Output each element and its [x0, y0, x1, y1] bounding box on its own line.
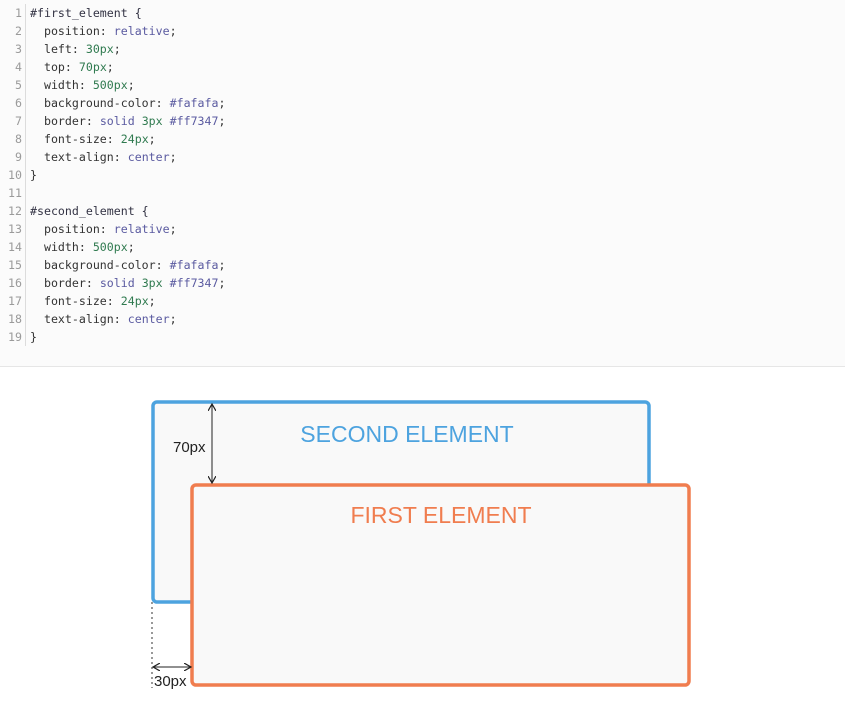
code-token: text-align: [30, 312, 128, 326]
code-token: #ff7347 [169, 114, 219, 128]
code-token: ; [148, 294, 156, 308]
code-token: #ff7347 [169, 276, 219, 290]
code-token: #fafafa [169, 96, 219, 110]
code-token: #fafafa [169, 258, 219, 272]
code-token: width: [30, 240, 93, 254]
line-number: 16 [0, 274, 26, 292]
line-number: 4 [0, 58, 26, 76]
code-line: 3 left: 30px; [0, 40, 845, 58]
line-number: 17 [0, 292, 26, 310]
code-token: ; [127, 240, 135, 254]
code-line: 14 width: 500px; [0, 238, 845, 256]
second-element-label: SECOND ELEMENT [300, 421, 513, 447]
code-line: 2 position: relative; [0, 22, 845, 40]
code-token: ; [113, 42, 121, 56]
code-token: center [127, 312, 170, 326]
line-number: 6 [0, 94, 26, 112]
line-number: 10 [0, 166, 26, 184]
code-line: 10} [0, 166, 845, 184]
line-number: 15 [0, 256, 26, 274]
code-line: 5 width: 500px; [0, 76, 845, 94]
line-number: 13 [0, 220, 26, 238]
code-token: border: [30, 114, 100, 128]
code-token: } [30, 330, 37, 344]
line-number: 9 [0, 148, 26, 166]
code-token: border: [30, 276, 100, 290]
code-token: position: [30, 222, 114, 236]
code-token: 3px [141, 276, 170, 290]
line-number: 7 [0, 112, 26, 130]
code-line: 17 font-size: 24px; [0, 292, 845, 310]
position-diagram: SECOND ELEMENT FIRST ELEMENT 70px 30px [151, 400, 691, 690]
line-number: 8 [0, 130, 26, 148]
code-token: 3px [141, 114, 170, 128]
code-token: ; [127, 78, 135, 92]
code-token: #second_element { [30, 204, 149, 218]
code-line: 6 background-color: #fafafa; [0, 94, 845, 112]
code-token: 24px [120, 132, 149, 146]
code-token: background-color: [30, 96, 170, 110]
code-line: 4 top: 70px; [0, 58, 845, 76]
line-number: 18 [0, 310, 26, 328]
first-element-label: FIRST ELEMENT [350, 502, 531, 528]
code-token: ; [218, 114, 226, 128]
code-token: 500px [92, 240, 128, 254]
line-number: 3 [0, 40, 26, 58]
code-token: top: [30, 60, 79, 74]
code-token: position: [30, 24, 114, 38]
code-line: 19} [0, 328, 845, 346]
line-number: 14 [0, 238, 26, 256]
code-token: left: [30, 42, 86, 56]
left-offset-label: 30px [154, 673, 187, 690]
code-line: 9 text-align: center; [0, 148, 845, 166]
code-token: 30px [85, 42, 114, 56]
code-line: 8 font-size: 24px; [0, 130, 845, 148]
code-token: center [127, 150, 170, 164]
code-token: solid [99, 114, 142, 128]
code-token: ; [169, 24, 177, 38]
code-token: ; [148, 132, 156, 146]
code-token: ; [218, 258, 226, 272]
code-line: 18 text-align: center; [0, 310, 845, 328]
code-line: 16 border: solid 3px #ff7347; [0, 274, 845, 292]
code-editor: 1 #first_element {2 position: relative; 3 … [0, 0, 845, 367]
code-line: 15 background-color: #fafafa; [0, 256, 845, 274]
code-token: ; [106, 60, 114, 74]
code-token: relative [113, 222, 170, 236]
code-token: width: [30, 78, 93, 92]
top-offset-label: 70px [173, 439, 206, 456]
line-number: 12 [0, 202, 26, 220]
code-token: 500px [92, 78, 128, 92]
code-token: ; [218, 276, 226, 290]
code-token: 70px [78, 60, 107, 74]
code-token: #first_element { [30, 6, 142, 20]
code-token: ; [169, 222, 177, 236]
code-line: 13 position: relative; [0, 220, 845, 238]
line-number: 11 [0, 184, 26, 202]
code-line: 1 #first_element { [0, 4, 845, 22]
code-token: ; [169, 150, 177, 164]
line-number: 19 [0, 328, 26, 346]
line-number: 5 [0, 76, 26, 94]
line-number: 2 [0, 22, 26, 40]
code-token: font-size: [30, 294, 121, 308]
code-line: 7 border: solid 3px #ff7347; [0, 112, 845, 130]
code-token: background-color: [30, 258, 170, 272]
code-token: 24px [120, 294, 149, 308]
code-token: solid [99, 276, 142, 290]
code-token: ; [169, 312, 177, 326]
code-token: } [30, 168, 37, 182]
code-line: 12 #second_element { [0, 202, 845, 220]
code-token: text-align: [30, 150, 128, 164]
code-line: 11 [0, 184, 845, 202]
code-token: font-size: [30, 132, 121, 146]
code-token: ; [218, 96, 226, 110]
line-number: 1 [0, 4, 26, 22]
code-token: relative [113, 24, 170, 38]
